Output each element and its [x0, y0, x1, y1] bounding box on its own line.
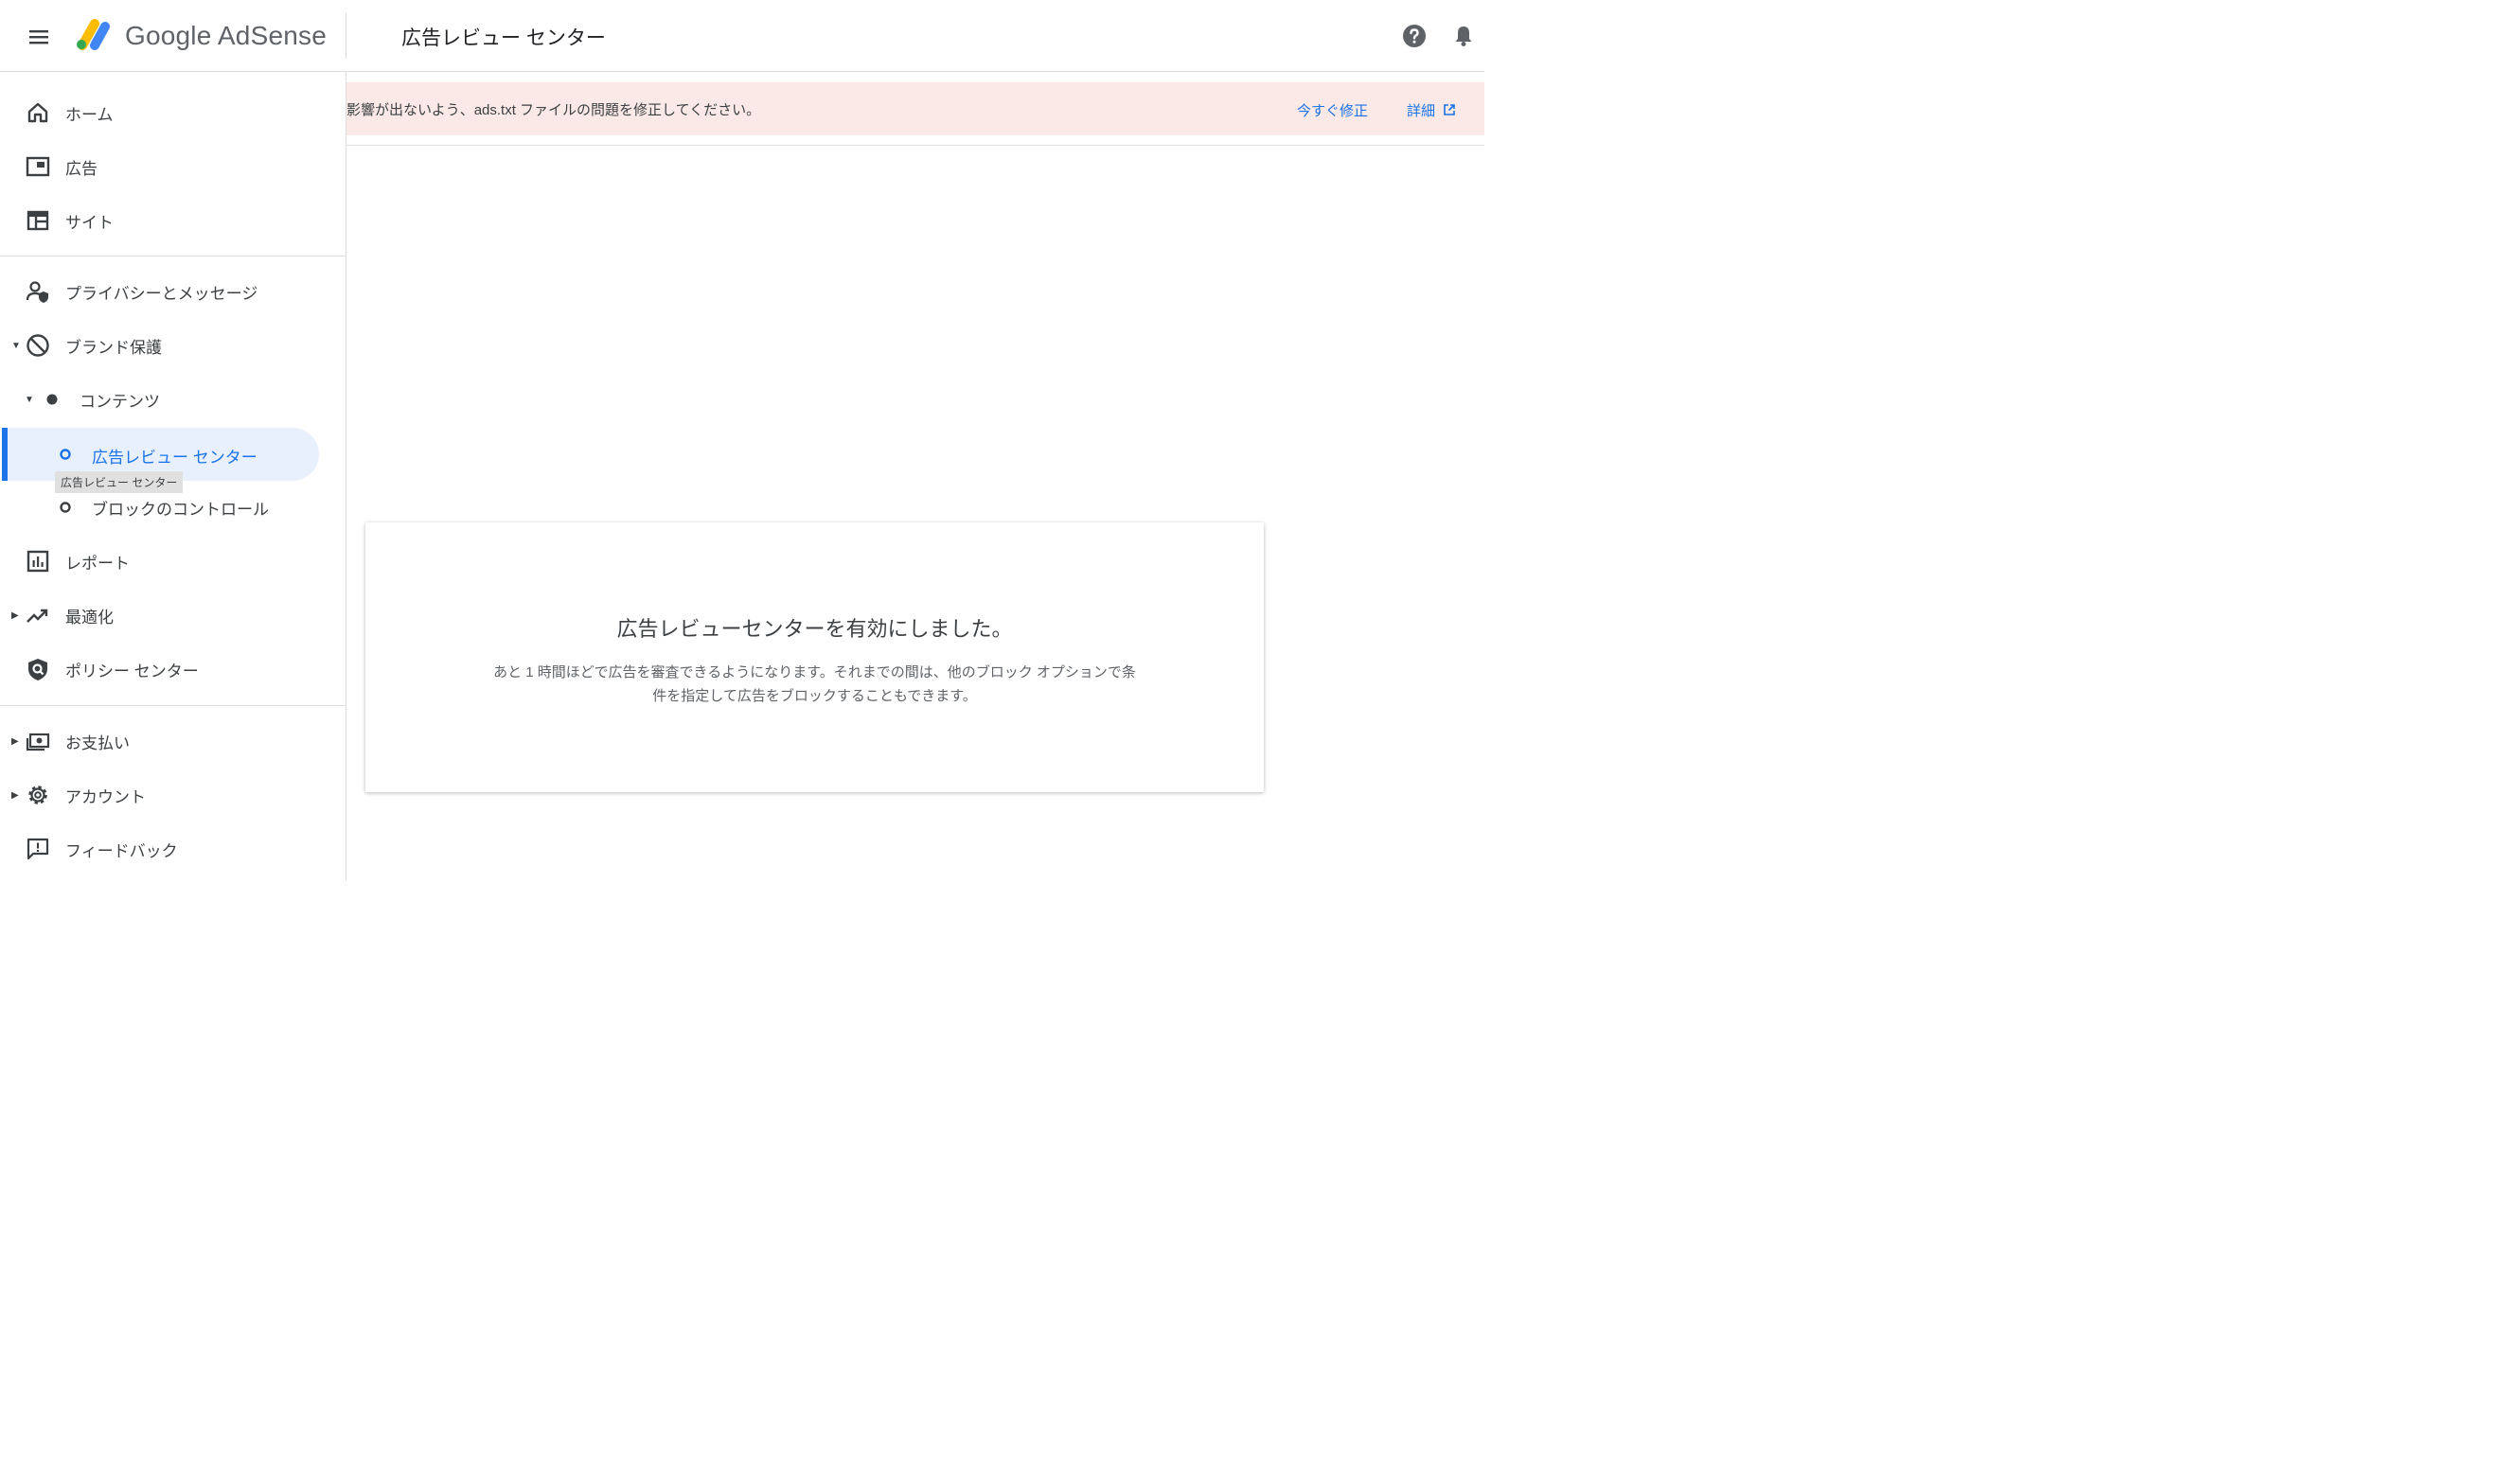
sidebar-item-label: ブランド保護	[65, 338, 162, 357]
sites-icon	[27, 210, 49, 231]
trending-icon	[27, 609, 48, 623]
privacy-icon	[26, 281, 48, 303]
sidebar-divider	[0, 705, 346, 706]
sidebar-item-content[interactable]: ▼ コンテンツ	[0, 375, 346, 424]
block-icon	[27, 334, 49, 357]
feedback-icon	[27, 838, 49, 860]
details-link-label: 詳細	[1407, 103, 1436, 119]
sidebar-item-account[interactable]: ▶ アカウント	[0, 770, 346, 820]
ads-icon	[26, 156, 50, 177]
sidebar-item-payments[interactable]: ▶ お支払い	[0, 716, 346, 766]
sidebar-item-label: アカウント	[65, 787, 146, 806]
status-card: 広告レビューセンターを有効にしました。 あと 1 時間ほどで広告を審査できるよう…	[365, 522, 1264, 792]
sidebar-item-optimization[interactable]: ▶ 最適化	[0, 591, 346, 640]
menu-button[interactable]	[21, 19, 57, 55]
expand-caret-icon: ▼	[11, 340, 21, 351]
top-app-bar: Google AdSense 広告レビュー センター	[0, 0, 1484, 72]
external-link-icon	[1444, 104, 1455, 115]
policy-icon	[28, 659, 47, 680]
expand-caret-icon: ▶	[11, 735, 19, 747]
dot-icon	[46, 394, 58, 405]
notifications-button[interactable]	[1450, 23, 1477, 49]
sidebar-item-label: ポリシー センター	[65, 662, 199, 680]
sidebar-item-policy-center[interactable]: ポリシー センター	[0, 645, 346, 694]
fix-now-link[interactable]: 今すぐ修正	[1297, 100, 1368, 120]
sidebar-item-privacy[interactable]: プライバシーとメッセージ	[0, 267, 346, 316]
sidebar-item-label: 最適化	[65, 608, 114, 627]
sidebar-item-label: サイト	[65, 213, 114, 232]
sidebar-item-label: 広告レビュー センター	[92, 449, 257, 467]
ads-txt-warning-banner: 影響が出ないよう、ads.txt ファイルの問題を修正してください。 今すぐ修正…	[346, 82, 1484, 135]
details-link[interactable]: 詳細	[1407, 100, 1456, 120]
report-icon	[27, 550, 49, 573]
expand-caret-icon: ▶	[11, 789, 19, 801]
sidebar-item-label: 広告	[65, 159, 98, 178]
sidebar-item-brand-safety[interactable]: ▼ ブランド保護	[0, 321, 346, 370]
bell-icon	[1455, 26, 1472, 46]
circle-icon	[60, 449, 71, 460]
sidebar-item-label: お支払い	[65, 733, 130, 752]
card-body: あと 1 時間ほどで広告を審査できるようになります。それまでの間は、他のブロック…	[493, 664, 1136, 704]
expand-caret-icon: ▼	[25, 394, 34, 405]
sidebar-item-feedback[interactable]: フィードバック	[0, 824, 346, 874]
active-indicator	[2, 428, 8, 481]
sidebar-item-reports[interactable]: レポート	[0, 537, 346, 586]
expand-caret-icon: ▶	[11, 610, 19, 621]
menu-icon	[29, 30, 48, 44]
sidebar-item-label: ホーム	[65, 105, 114, 124]
circle-icon	[60, 502, 71, 513]
sidebar-item-label: ブロックのコントロール	[92, 500, 269, 519]
content-divider	[346, 145, 1484, 146]
page-title: 広告レビュー センター	[401, 27, 606, 49]
sidebar-nav: ホーム 広告 サイト プライバシーとメッセージ ▼ ブランド保護 ▼ コンテンツ…	[0, 72, 346, 880]
help-button[interactable]	[1401, 23, 1428, 49]
sidebar-item-home[interactable]: ホーム	[0, 88, 346, 137]
sidebar-item-label: プライバシーとメッセージ	[65, 284, 258, 303]
sidebar-item-ads[interactable]: 広告	[0, 142, 346, 191]
sidebar-item-sites[interactable]: サイト	[0, 196, 346, 245]
payments-icon	[26, 733, 50, 751]
card-title: 広告レビューセンターを有効にしました。	[616, 617, 1013, 641]
sidebar-item-label: コンテンツ	[80, 392, 160, 411]
adsense-logo-icon	[77, 19, 110, 50]
banner-message: 影響が出ないよう、ads.txt ファイルの問題を修正してください。	[346, 102, 761, 118]
help-icon	[1403, 25, 1426, 47]
sidebar-item-label: フィードバック	[65, 841, 178, 860]
brand-name: Google AdSense	[125, 21, 327, 50]
tooltip: 広告レビュー センター	[55, 471, 184, 493]
home-icon	[27, 102, 48, 123]
gear-icon	[28, 786, 47, 804]
sidebar-item-label: レポート	[65, 554, 130, 573]
